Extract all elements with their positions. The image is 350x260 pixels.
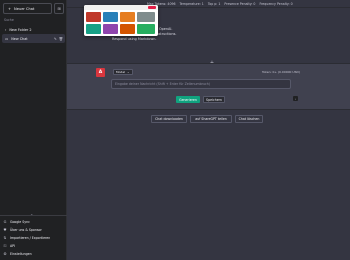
import-export-label: Importieren / Exportieren: [10, 235, 51, 240]
gear-icon: ⚙: [3, 251, 7, 256]
top-p-value[interactable]: Top p: 1: [208, 2, 221, 6]
thumbnail-image[interactable]: [103, 24, 118, 34]
expand-icon[interactable]: ›: [293, 96, 298, 101]
popup-header: [84, 5, 158, 10]
ad-popup[interactable]: [84, 5, 158, 36]
thumbnail-image[interactable]: [137, 24, 155, 34]
import-export-icon: ⇅: [3, 235, 7, 240]
settings-button[interactable]: ⚙ Einstellungen: [3, 250, 65, 257]
avatar[interactable]: A: [96, 68, 105, 77]
about-sponsor-label: Über uns & Sponsor: [10, 227, 42, 232]
sidebar-item-label: New Folder 2: [9, 27, 32, 32]
new-chat-button[interactable]: + Neuer Chat: [3, 3, 52, 14]
sidebar-item-folder[interactable]: › New Folder 2: [2, 25, 65, 34]
sidebar-divider: [0, 215, 67, 216]
edit-icon[interactable]: ✎: [54, 37, 57, 41]
frequency-penalty-value[interactable]: Frequency Penalty: 0: [259, 2, 292, 6]
download-chat-button[interactable]: Chat downloaden: [151, 115, 187, 123]
sidebar-item-chat[interactable]: ▭ New Chat ✎ 🗑: [2, 34, 65, 43]
thumbnail-image[interactable]: [137, 12, 155, 22]
model-select[interactable]: Model ⌄: [113, 69, 133, 75]
thumbnail-image[interactable]: [120, 24, 135, 34]
google-sync-label: Google Sync: [10, 219, 30, 224]
new-folder-button[interactable]: ⊞: [54, 3, 64, 14]
plus-icon: +: [8, 6, 12, 11]
thumbnail-image[interactable]: [120, 12, 135, 22]
temperature-value[interactable]: Temperature: 1: [180, 2, 204, 6]
folder-plus-icon: ⊞: [57, 6, 61, 11]
about-sponsor-button[interactable]: ♥ Über uns & Sponsor: [3, 226, 65, 233]
thumbnail-image[interactable]: [86, 12, 101, 22]
settings-label: Einstellungen: [10, 251, 32, 256]
chevron-right-icon: ›: [5, 27, 7, 32]
sidebar-item-label: New Chat: [11, 36, 28, 41]
thumbnail-image[interactable]: [103, 12, 118, 22]
generate-button[interactable]: Generieren: [176, 96, 200, 103]
model-select-label: Model: [116, 70, 126, 74]
token-count: Token: 0+ (0.00000 USD): [262, 70, 300, 74]
sidebar: + Neuer Chat ⊞ Suche › New Folder 2 ▭ Ne…: [0, 0, 67, 260]
import-export-button[interactable]: ⇅ Importieren / Exportieren: [3, 234, 65, 241]
presence-penalty-value[interactable]: Presence Penalty: 0: [224, 2, 255, 6]
google-sync-button[interactable]: G Google Sync: [3, 218, 65, 225]
chevron-down-icon: ⌄: [127, 70, 130, 74]
popup-close-button[interactable]: [148, 6, 156, 9]
clear-chat-button[interactable]: Chat löschen: [235, 115, 263, 123]
chat-bubble-icon: ▭: [5, 36, 9, 41]
app-root: + Neuer Chat ⊞ Suche › New Folder 2 ▭ Ne…: [0, 0, 350, 260]
new-chat-label: Neuer Chat: [14, 6, 35, 11]
system-prompt-line: Respond using Markdown.: [112, 37, 157, 41]
share-gpt-button[interactable]: auf ShareGPT teilen: [190, 115, 232, 123]
heart-icon: ♥: [3, 227, 7, 232]
api-label: API: [10, 243, 16, 248]
api-button[interactable]: ⚿ API: [3, 242, 65, 249]
key-icon: ⚿: [3, 243, 7, 248]
google-icon: G: [3, 219, 7, 224]
thumbnail-image[interactable]: [86, 24, 101, 34]
trash-icon[interactable]: 🗑: [59, 37, 63, 41]
save-button[interactable]: Speichern: [203, 96, 225, 103]
search-input[interactable]: Suche: [3, 16, 64, 23]
message-input[interactable]: Eingabe deiner Nachricht (Shift + Enter …: [111, 79, 291, 89]
